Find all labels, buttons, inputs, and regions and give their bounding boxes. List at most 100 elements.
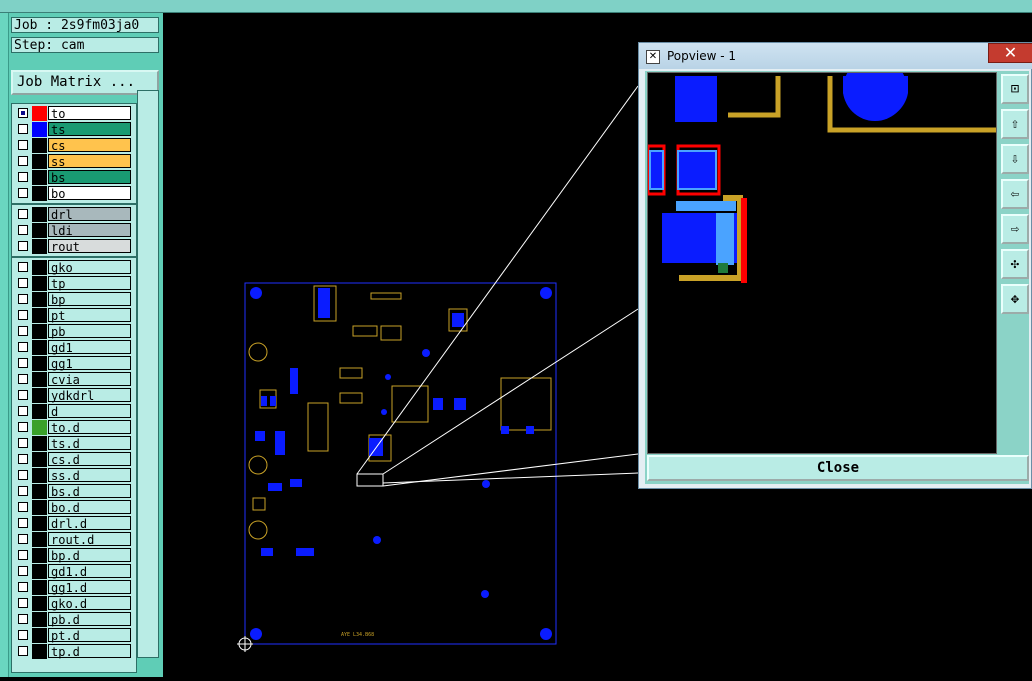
layer-checkbox[interactable] [18,566,28,576]
layer-color-swatch[interactable] [32,186,47,201]
popview-zoom-view[interactable] [646,57,997,454]
layer-checkbox[interactable] [18,241,28,251]
layer-color-swatch[interactable] [32,260,47,275]
layer-name[interactable]: tp [48,276,131,291]
layer-name[interactable]: cs [48,138,131,153]
layer-color-swatch[interactable] [32,532,47,547]
layer-row-bo-d[interactable]: bo.d [15,500,135,515]
layer-color-swatch[interactable] [32,308,47,323]
layer-color-swatch[interactable] [32,484,47,499]
layer-row-to[interactable]: to [15,106,135,121]
layer-name[interactable]: ss [48,154,131,169]
layer-name[interactable]: gg1 [48,356,131,371]
layer-name[interactable]: ss.d [48,468,131,483]
layer-color-swatch[interactable] [32,239,47,254]
layer-row-gko[interactable]: gko [15,260,135,275]
layer-checkbox[interactable] [18,470,28,480]
layer-name[interactable]: bo.d [48,500,131,515]
layer-color-swatch[interactable] [32,388,47,403]
layer-name[interactable]: bp [48,292,131,307]
zoom-fit-icon[interactable]: ⊡ [1001,74,1029,104]
layer-row-rout[interactable]: rout [15,239,135,254]
layer-name[interactable]: drl.d [48,516,131,531]
layer-color-swatch[interactable] [32,628,47,643]
layer-color-swatch[interactable] [32,372,47,387]
layer-color-swatch[interactable] [32,292,47,307]
layer-row-ss-d[interactable]: ss.d [15,468,135,483]
layer-color-swatch[interactable] [32,436,47,451]
pan-right-icon[interactable]: ⇨ [1001,214,1029,244]
layer-row-ss[interactable]: ss [15,154,135,169]
layer-row-gd1[interactable]: gd1 [15,340,135,355]
layer-checkbox[interactable] [18,630,28,640]
popview-titlebar[interactable]: ✕ Popview - 1 [639,43,1032,69]
layer-color-swatch[interactable] [32,468,47,483]
layer-color-swatch[interactable] [32,356,47,371]
layer-name[interactable]: rout [48,239,131,254]
zoom-out-icon[interactable]: ✥ [1001,284,1029,314]
layer-color-swatch[interactable] [32,207,47,222]
layer-name[interactable]: bo [48,186,131,201]
layer-color-swatch[interactable] [32,644,47,659]
layer-checkbox[interactable] [18,454,28,464]
layer-checkbox[interactable] [18,374,28,384]
layer-color-swatch[interactable] [32,452,47,467]
layer-name[interactable]: pt.d [48,628,131,643]
layer-checkbox[interactable] [18,225,28,235]
layer-name[interactable]: d [48,404,131,419]
layer-name[interactable]: to.d [48,420,131,435]
layer-color-swatch[interactable] [32,500,47,515]
layer-color-swatch[interactable] [32,154,47,169]
layer-checkbox[interactable] [18,614,28,624]
layer-row-cs-d[interactable]: cs.d [15,452,135,467]
zoom-in-icon[interactable]: ✣ [1001,249,1029,279]
layer-checkbox[interactable] [18,209,28,219]
layer-color-swatch[interactable] [32,596,47,611]
layer-name[interactable]: ydkdrl [48,388,131,403]
layer-name[interactable]: gko.d [48,596,131,611]
layer-row-gko-d[interactable]: gko.d [15,596,135,611]
layer-checkbox[interactable] [18,486,28,496]
layer-row-cs[interactable]: cs [15,138,135,153]
layer-color-swatch[interactable] [32,516,47,531]
layer-row-ts[interactable]: ts [15,122,135,137]
layer-row-bs-d[interactable]: bs.d [15,484,135,499]
layer-checkbox[interactable] [18,262,28,272]
layer-checkbox[interactable] [18,278,28,288]
layer-row-pt[interactable]: pt [15,308,135,323]
layer-row-d[interactable]: d [15,404,135,419]
layer-row-tp-d[interactable]: tp.d [15,644,135,659]
layer-name[interactable]: to [48,106,131,121]
layer-scrollbar[interactable] [137,90,159,658]
layer-name[interactable]: gd1.d [48,564,131,579]
pan-up-icon[interactable]: ⇧ [1001,109,1029,139]
layer-row-bp[interactable]: bp [15,292,135,307]
layer-name[interactable]: rout.d [48,532,131,547]
layer-checkbox[interactable] [18,550,28,560]
layer-name[interactable]: ts.d [48,436,131,451]
layer-checkbox[interactable] [18,534,28,544]
layer-color-swatch[interactable] [32,122,47,137]
layer-name[interactable]: tp.d [48,644,131,659]
layer-checkbox[interactable] [18,502,28,512]
layer-checkbox[interactable] [18,326,28,336]
layer-color-swatch[interactable] [32,324,47,339]
layer-color-swatch[interactable] [32,548,47,563]
layer-name[interactable]: pb.d [48,612,131,627]
layer-checkbox[interactable] [18,598,28,608]
layer-name[interactable]: ldi [48,223,131,238]
layer-color-swatch[interactable] [32,170,47,185]
layer-checkbox[interactable] [18,140,28,150]
layer-row-ldi[interactable]: ldi [15,223,135,238]
layer-name[interactable]: gg1.d [48,580,131,595]
layer-checkbox[interactable] [18,342,28,352]
layer-name[interactable]: gko [48,260,131,275]
layer-color-swatch[interactable] [32,223,47,238]
layer-checkbox[interactable] [18,390,28,400]
layer-row-pb[interactable]: pb [15,324,135,339]
layer-row-gg1-d[interactable]: gg1.d [15,580,135,595]
layer-color-swatch[interactable] [32,276,47,291]
layer-row-cvia[interactable]: cvia [15,372,135,387]
layer-checkbox[interactable] [18,108,28,118]
layer-checkbox[interactable] [18,294,28,304]
